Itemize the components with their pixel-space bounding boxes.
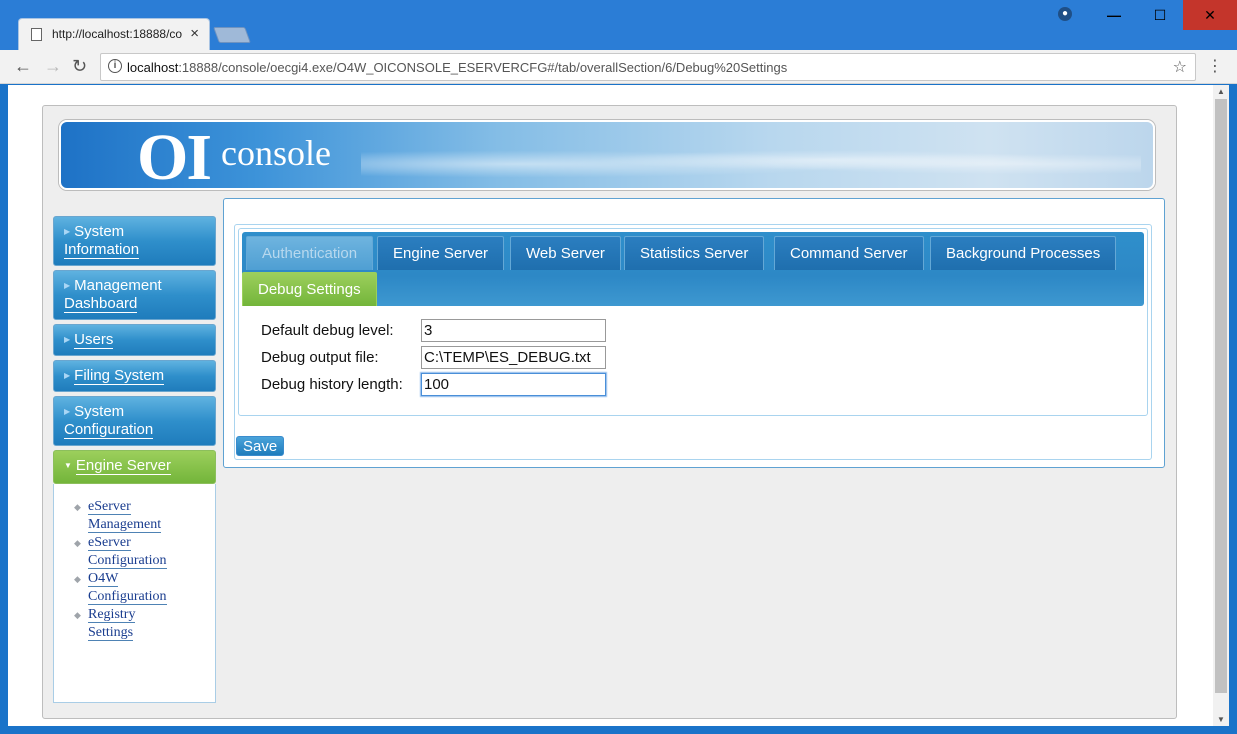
sidebar-item-label: Users <box>74 331 114 349</box>
submenu-item-eserver-configuration[interactable]: ◆ eServer Configuration <box>74 534 215 570</box>
url-text[interactable]: localhost:18888/console/oecgi4.exe/O4W_O… <box>127 60 787 75</box>
sidebar-item-label: System <box>74 403 125 420</box>
main-panel: Authentication Engine Server Web Server … <box>223 198 1165 468</box>
output-file-label: Debug output file: <box>261 349 379 366</box>
triangle-down-icon: ▼ <box>64 461 72 471</box>
sidebar-item-filing-system[interactable]: ▶ Filing System <box>53 360 216 392</box>
save-button[interactable]: Save <box>236 436 285 456</box>
tab-engine-server[interactable]: Engine Server <box>377 236 505 270</box>
scrollbar-thumb[interactable] <box>1215 99 1227 693</box>
page-icon <box>31 28 42 41</box>
sidebar-item-label: System <box>74 223 125 240</box>
tab-authentication[interactable]: Authentication <box>246 236 374 270</box>
sidebar-item-users[interactable]: ▶ Users <box>53 324 216 356</box>
console-frame: OI console ▶ System Information ▶ Manageme… <box>42 105 1177 719</box>
scroll-up-icon[interactable]: ▲ <box>1217 87 1225 96</box>
submenu-link-line[interactable]: Configuration <box>88 589 167 605</box>
browser-titlebar: http://localhost:18888/co × ● — ☐ ✕ <box>0 0 1237 50</box>
bullet-icon: ◆ <box>74 610 81 620</box>
sidebar: ▶ System Information ▶ Management Dashboar… <box>53 216 216 703</box>
logo-oi: OI <box>137 121 212 190</box>
sidebar-item-management-dashboard[interactable]: ▶ Management Dashboard <box>53 270 216 320</box>
scroll-down-icon[interactable]: ▼ <box>1217 715 1225 724</box>
tabs-container: Authentication Engine Server Web Server … <box>238 228 1148 416</box>
bullet-icon: ◆ <box>74 502 81 512</box>
reload-button[interactable]: ↻ <box>72 56 87 77</box>
sidebar-item-system-information[interactable]: ▶ System Information <box>53 216 216 266</box>
engine-server-submenu: ◆ eServer Management ◆ eServer Configuration… <box>53 484 216 703</box>
maximize-button[interactable]: ☐ <box>1137 0 1183 30</box>
tab-command-server[interactable]: Command Server <box>774 236 924 270</box>
user-icon[interactable]: ● <box>1058 7 1072 21</box>
new-tab-button[interactable] <box>213 27 251 43</box>
submenu-item-o4w-configuration[interactable]: ◆ O4W Configuration <box>74 570 215 606</box>
submenu-link-line[interactable]: Configuration <box>88 553 167 569</box>
bullet-icon: ◆ <box>74 538 81 548</box>
tab-bar: Authentication Engine Server Web Server … <box>242 232 1144 306</box>
header-banner: OI console <box>59 120 1155 190</box>
bullet-icon: ◆ <box>74 574 81 584</box>
triangle-right-icon: ▶ <box>64 407 71 417</box>
settings-container: Authentication Engine Server Web Server … <box>234 224 1152 460</box>
minimize-button[interactable]: — <box>1091 0 1137 30</box>
info-icon[interactable]: i <box>108 59 122 73</box>
submenu-item-registry-settings[interactable]: ◆ Registry Settings <box>74 606 215 642</box>
sidebar-item-system-configuration[interactable]: ▶ System Configuration <box>53 396 216 446</box>
url-path: :18888/console/oecgi4.exe/O4W_OICONSOLE_… <box>178 60 788 75</box>
debug-level-field[interactable] <box>421 319 606 342</box>
browser-tab-title: http://localhost:18888/co <box>52 27 182 41</box>
submenu-link-line[interactable]: eServer <box>88 535 131 551</box>
url-host: localhost <box>127 60 179 75</box>
browser-toolbar: ← → ↻ i localhost:18888/console/oecgi4.e… <box>0 50 1237 84</box>
submenu-link-line[interactable]: O4W <box>88 571 119 587</box>
tab-background-processes[interactable]: Background Processes <box>930 236 1117 270</box>
triangle-right-icon: ▶ <box>64 371 71 381</box>
address-bar[interactable]: i localhost:18888/console/oecgi4.exe/O4W… <box>100 53 1196 81</box>
vertical-scrollbar[interactable]: ▲ ▼ <box>1213 85 1229 726</box>
history-length-field[interactable] <box>421 373 606 396</box>
output-file-field[interactable] <box>421 346 606 369</box>
browser-menu-icon[interactable]: ⋮ <box>1207 56 1223 76</box>
sidebar-item-label: Engine Server <box>75 457 171 475</box>
forward-button[interactable]: → <box>44 56 62 77</box>
back-button[interactable]: ← <box>14 56 32 77</box>
page-viewport: OI console ▶ System Information ▶ Manageme… <box>8 85 1213 726</box>
sidebar-item-label: Information <box>64 241 140 260</box>
history-length-label: Debug history length: <box>261 376 403 393</box>
triangle-right-icon: ▶ <box>64 335 71 345</box>
browser-tab[interactable]: http://localhost:18888/co × <box>18 18 210 50</box>
window-close-button[interactable]: ✕ <box>1183 0 1237 30</box>
triangle-right-icon: ▶ <box>64 281 71 291</box>
sidebar-item-label: Dashboard <box>64 295 138 314</box>
tab-statistics-server[interactable]: Statistics Server <box>624 236 765 270</box>
close-icon[interactable]: × <box>190 25 199 42</box>
sidebar-item-label: Management <box>74 277 162 294</box>
sidebar-item-engine-server[interactable]: ▼ Engine Server <box>53 450 216 484</box>
logo-console: console <box>221 133 331 173</box>
bookmark-star-icon[interactable]: ☆ <box>1173 57 1187 77</box>
submenu-link-line[interactable]: Registry <box>88 607 136 623</box>
submenu-link-line[interactable]: Management <box>88 517 162 533</box>
triangle-right-icon: ▶ <box>64 227 71 237</box>
sidebar-item-label: Filing System <box>74 367 165 385</box>
sidebar-item-label: Configuration <box>64 421 154 440</box>
tab-web-server[interactable]: Web Server <box>510 236 621 270</box>
submenu-link-line[interactable]: Settings <box>88 625 134 641</box>
debug-level-label: Default debug level: <box>261 322 394 339</box>
submenu-item-eserver-management[interactable]: ◆ eServer Management <box>74 498 215 534</box>
submenu-link-line[interactable]: eServer <box>88 499 131 515</box>
tab-debug-settings[interactable]: Debug Settings <box>242 272 377 306</box>
